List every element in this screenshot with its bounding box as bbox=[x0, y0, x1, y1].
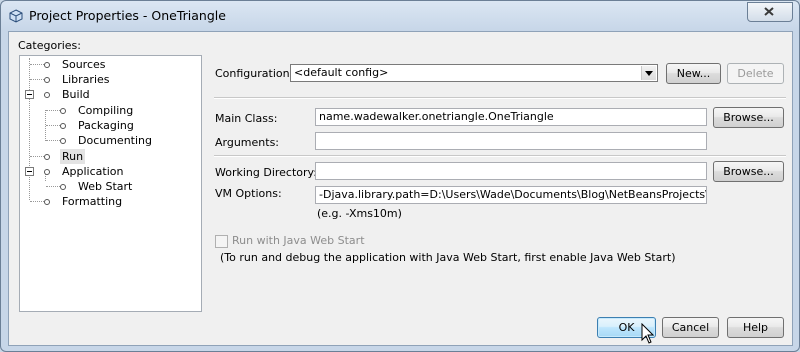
web-start-checkbox[interactable] bbox=[215, 235, 228, 248]
vm-options-input[interactable]: -Djava.library.path=D:\Users\Wade\Docume… bbox=[315, 186, 707, 204]
browse-working-directory-button[interactable]: Browse... bbox=[713, 161, 784, 182]
tree-item-run[interactable]: Run bbox=[60, 149, 86, 164]
window-title: Project Properties - OneTriangle bbox=[29, 8, 226, 23]
delete-configuration-button[interactable]: Delete bbox=[727, 63, 784, 84]
collapse-icon[interactable] bbox=[25, 90, 34, 99]
node-icon bbox=[44, 199, 50, 205]
node-icon bbox=[44, 77, 50, 83]
dialog-content: Categories: Sources Libraries Build Comp… bbox=[8, 31, 793, 346]
tree-line bbox=[46, 140, 60, 141]
node-icon bbox=[44, 92, 50, 98]
node-icon bbox=[44, 154, 50, 160]
cancel-button[interactable]: Cancel bbox=[662, 317, 719, 338]
separator bbox=[214, 97, 786, 99]
collapse-icon[interactable] bbox=[25, 167, 34, 176]
close-icon bbox=[764, 7, 774, 16]
close-button[interactable] bbox=[747, 2, 793, 22]
arguments-input[interactable] bbox=[315, 132, 707, 150]
tree-item-web-start[interactable]: Web Start bbox=[76, 179, 134, 194]
tree-item-build[interactable]: Build bbox=[60, 87, 92, 102]
tree-item-application[interactable]: Application bbox=[60, 164, 125, 179]
configuration-value: <default config> bbox=[294, 66, 389, 79]
web-start-label: Run with Java Web Start bbox=[232, 234, 365, 247]
tree-item-compiling[interactable]: Compiling bbox=[76, 103, 135, 118]
web-start-note: (To run and debug the application with J… bbox=[220, 251, 676, 264]
tree-line bbox=[30, 201, 44, 202]
configuration-select[interactable]: <default config> bbox=[290, 64, 658, 82]
main-class-input[interactable]: name.wadewalker.onetriangle.OneTriangle bbox=[315, 108, 707, 126]
browse-main-class-button[interactable]: Browse... bbox=[713, 107, 784, 128]
working-directory-input[interactable] bbox=[315, 162, 707, 180]
main-class-label: Main Class: bbox=[215, 112, 278, 125]
node-icon bbox=[44, 62, 50, 68]
node-icon bbox=[60, 138, 66, 144]
help-button[interactable]: Help bbox=[727, 317, 784, 338]
tree-item-sources[interactable]: Sources bbox=[60, 57, 108, 72]
node-icon bbox=[60, 108, 66, 114]
title-bar: Project Properties - OneTriangle bbox=[1, 1, 799, 31]
working-directory-label: Working Directory: bbox=[215, 166, 317, 179]
tree-line bbox=[30, 79, 44, 80]
tree-item-documenting[interactable]: Documenting bbox=[76, 133, 154, 148]
vm-options-hint: (e.g. -Xms10m) bbox=[317, 207, 402, 220]
categories-label: Categories: bbox=[18, 39, 81, 52]
tree-line bbox=[46, 186, 60, 187]
tree-line bbox=[46, 125, 60, 126]
node-icon bbox=[60, 184, 66, 190]
node-icon bbox=[44, 169, 50, 175]
configuration-label: Configuration: bbox=[215, 67, 294, 80]
new-configuration-button[interactable]: New... bbox=[666, 63, 721, 84]
tree-line bbox=[30, 156, 44, 157]
tree-line bbox=[46, 110, 60, 111]
separator bbox=[214, 155, 786, 157]
node-icon bbox=[60, 123, 66, 129]
tree-line bbox=[30, 64, 44, 65]
tree-item-libraries[interactable]: Libraries bbox=[60, 72, 112, 87]
project-properties-dialog: Project Properties - OneTriangle Categor… bbox=[0, 0, 800, 352]
project-icon bbox=[9, 9, 23, 23]
vm-options-label: VM Options: bbox=[215, 187, 282, 200]
tree-item-formatting[interactable]: Formatting bbox=[60, 194, 124, 209]
categories-tree[interactable]: Sources Libraries Build Compiling Packag… bbox=[19, 55, 202, 312]
mouse-pointer-icon bbox=[641, 323, 655, 344]
dropdown-arrow-icon[interactable] bbox=[641, 66, 656, 80]
arguments-label: Arguments: bbox=[215, 136, 280, 149]
tree-item-packaging[interactable]: Packaging bbox=[76, 118, 136, 133]
